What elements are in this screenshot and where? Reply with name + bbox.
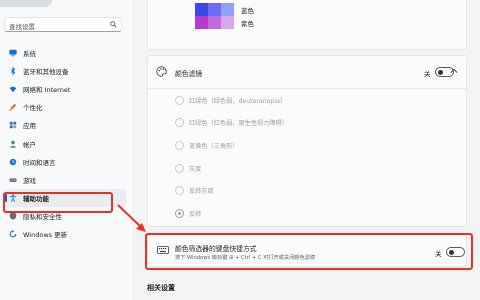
shield-icon: [9, 212, 17, 220]
bluetooth-icon: [11, 67, 16, 76]
filter-option-label: 反转灰度: [189, 187, 214, 195]
swatch-purple-1: [195, 16, 208, 29]
swatch-purple-2: [208, 16, 221, 29]
highlight-box-shortcut: [145, 233, 473, 270]
sidebar-item-label: 游戏: [23, 176, 36, 185]
radio-button[interactable]: [175, 117, 184, 127]
filter-option-label: 红绿色（红色弱，原生性视力障碍）: [189, 119, 288, 127]
gamepad-icon: [9, 178, 17, 182]
search-input[interactable]: 查找设置: [4, 17, 122, 32]
filter-option-protanopia[interactable]: 红绿色（红色弱，原生性视力障碍）: [175, 116, 288, 128]
account-icon: [9, 140, 17, 148]
sidebar-item-accounts[interactable]: 帐户: [0, 134, 132, 152]
sidebar-item-label: 帐户: [23, 140, 36, 149]
monitor-icon: [9, 49, 17, 57]
legend-blue: 蓝色: [241, 7, 254, 15]
toggle-knob: [438, 69, 443, 75]
wifi-icon: [9, 86, 17, 93]
sidebar-item-label: 时间和语言: [23, 158, 56, 167]
swatch-blue-3: [221, 3, 234, 16]
sidebar-item-windows-update[interactable]: Windows 更新: [0, 225, 132, 243]
sidebar-item-gaming[interactable]: 游戏: [0, 171, 132, 189]
avatar[interactable]: [0, 0, 52, 7]
divider: [148, 88, 466, 89]
swatch-purple-3: [221, 16, 234, 29]
color-filter-card: 颜色滤镜 关 红绿色（绿色弱，deuteranopia） 红绿色（红色弱，原生性…: [147, 55, 467, 227]
clock-globe-icon: [9, 158, 17, 165]
filter-option-inverted[interactable]: 反转: [175, 207, 201, 219]
filter-option-deuteranopia[interactable]: 红绿色（绿色弱，deuteranopia）: [175, 94, 286, 106]
palette-icon: [156, 66, 167, 77]
sidebar-item-label: 蓝牙和其他设备: [23, 68, 69, 77]
radio-button[interactable]: [175, 185, 184, 195]
radio-button[interactable]: [175, 163, 184, 173]
sidebar-item-personalization[interactable]: 个性化: [0, 98, 132, 116]
account-header: [0, 0, 132, 10]
chevron-up-icon[interactable]: [450, 68, 458, 74]
color-filter-title: 颜色滤镜: [175, 70, 203, 78]
sidebar-item-bluetooth[interactable]: 蓝牙和其他设备: [0, 62, 132, 80]
sidebar-item-system[interactable]: 系统: [0, 44, 132, 62]
sidebar-item-time-language[interactable]: 时间和语言: [0, 153, 132, 171]
filter-option-tritanopia[interactable]: 蓝黄色（三角形）: [175, 139, 239, 151]
swatch-blue-2: [208, 3, 221, 16]
legend-purple: 紫色: [241, 20, 254, 28]
radio-button[interactable]: [175, 95, 184, 105]
search-icon[interactable]: [110, 21, 117, 28]
swatch-blue-1: [195, 3, 208, 16]
filter-option-grayscale[interactable]: 灰度: [175, 162, 201, 174]
sidebar-item-label: 应用: [23, 122, 36, 131]
sidebar-item-label: 系统: [23, 50, 36, 59]
settings-sidebar: 查找设置 系统 蓝牙和其他设备 网络和 Internet 个性化 应用 帐户 时…: [0, 0, 132, 300]
filter-option-label: 反转: [189, 210, 202, 218]
sidebar-nav: 系统 蓝牙和其他设备 网络和 Internet 个性化 应用 帐户 时间和语言: [0, 44, 132, 243]
sidebar-item-label: Windows 更新: [23, 230, 68, 239]
sidebar-item-label: 个性化: [23, 104, 43, 113]
radio-button-selected[interactable]: [175, 208, 184, 218]
filter-option-inverted-grayscale[interactable]: 反转灰度: [175, 184, 214, 196]
color-filter-toggle-state: 关: [424, 70, 431, 78]
color-filter-header[interactable]: 颜色滤镜 关: [148, 56, 466, 88]
sidebar-item-label: 网络和 Internet: [23, 86, 71, 95]
update-icon: [9, 229, 17, 238]
apps-icon: [9, 122, 17, 129]
filter-option-label: 灰度: [189, 165, 202, 173]
filter-option-label: 红绿色（绿色弱，deuteranopia）: [189, 97, 287, 105]
sidebar-item-network[interactable]: 网络和 Internet: [0, 80, 132, 98]
radio-button[interactable]: [175, 140, 184, 150]
search-placeholder: 查找设置: [9, 23, 35, 31]
filter-option-label: 蓝黄色（三角形）: [189, 142, 239, 150]
related-settings-heading: 相关设置: [147, 284, 175, 292]
highlight-box-accessibility: [3, 192, 113, 213]
brush-icon: [9, 104, 17, 112]
color-preview-card: 蓝色 紫色: [147, 0, 467, 50]
sidebar-item-apps[interactable]: 应用: [0, 116, 132, 134]
